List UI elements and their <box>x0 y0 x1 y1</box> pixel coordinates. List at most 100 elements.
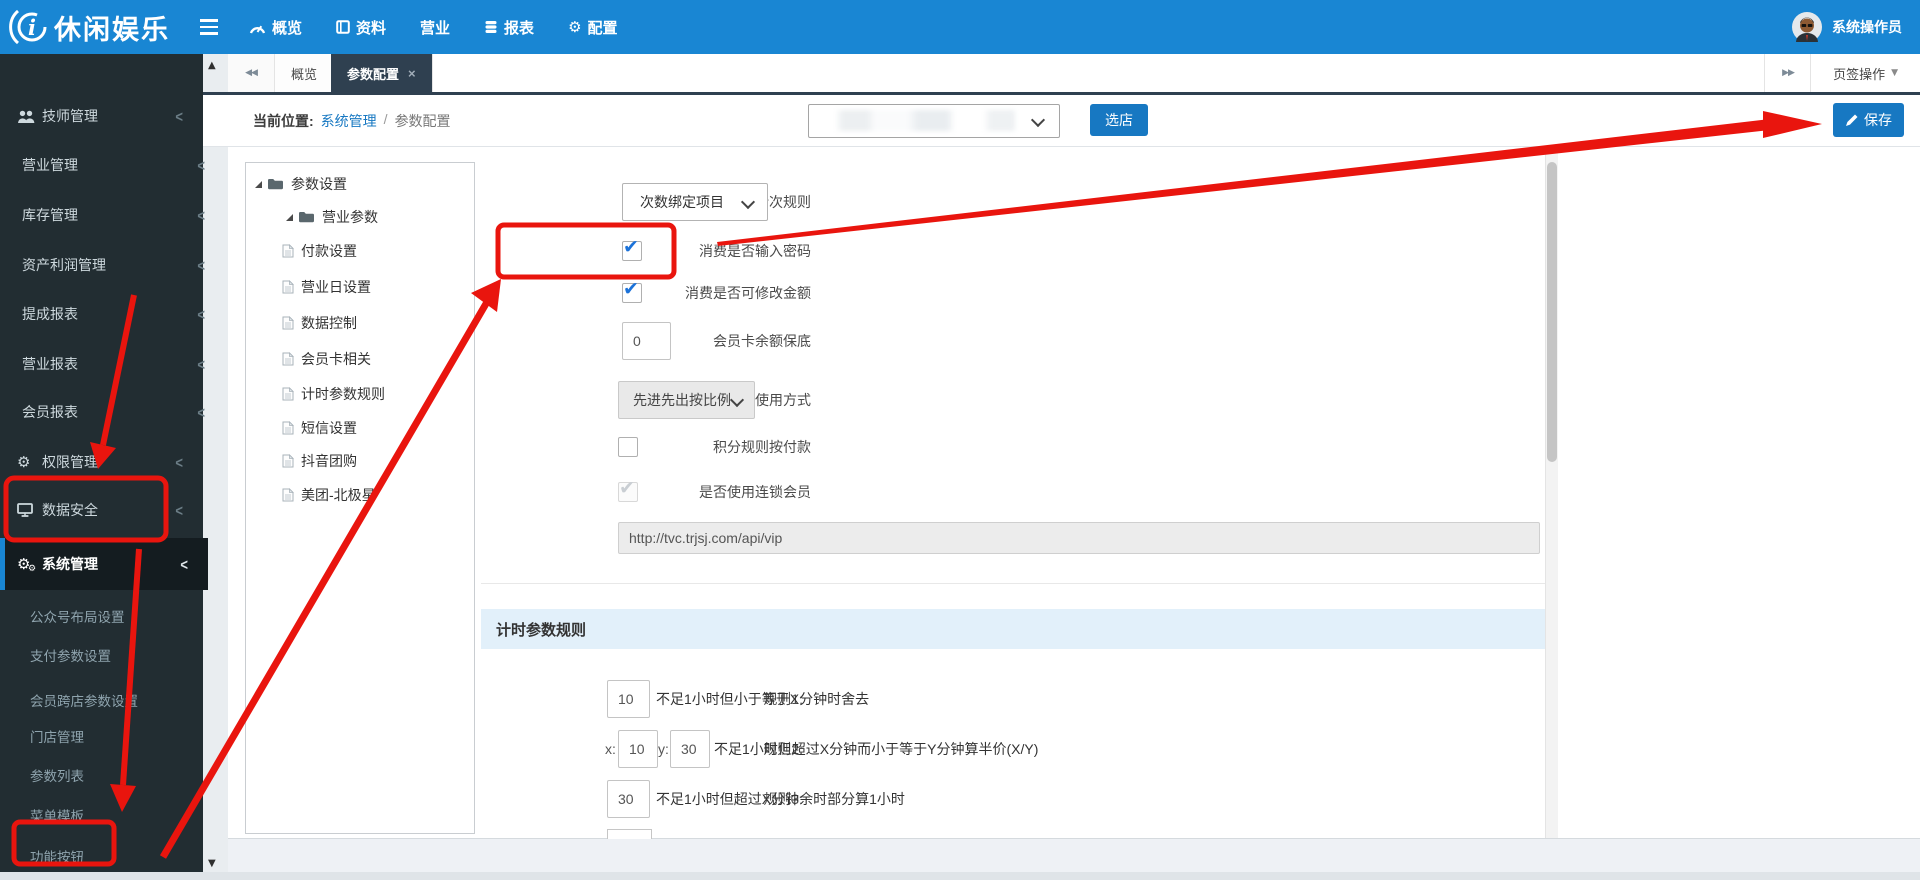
count-rule-select[interactable]: 次数绑定项目 <box>622 183 768 221</box>
brand-logo[interactable]: i 休闲娱乐 <box>8 6 170 48</box>
tree-leaf-sms-settings[interactable]: 短信设置 <box>282 418 357 438</box>
modify-amount-checkbox[interactable]: ✔ <box>622 278 642 303</box>
chain-member-url-input[interactable]: http://tvc.trjsj.com/api/vip <box>618 522 1540 554</box>
chevron-down-icon <box>740 194 756 210</box>
form-scrollbar-track[interactable] <box>1545 150 1558 838</box>
bonus-usage-select[interactable]: 先进先出按比例 <box>618 381 755 419</box>
app-window: i 休闲娱乐 概览 资料 营业 报表 ⚙ 配置 系统操作员 技师管理 < 营业管… <box>0 0 1920 880</box>
chevron-left-icon: < <box>197 256 205 274</box>
file-icon <box>282 352 294 366</box>
nav-item-data[interactable]: 资料 <box>319 0 403 54</box>
rule2-y-input[interactable]: 30 <box>670 730 710 768</box>
chain-member-checkbox[interactable]: ✔ <box>618 477 638 502</box>
sidebar-item-data-security[interactable]: 数据安全 < <box>0 490 203 530</box>
chevron-down-icon <box>729 392 745 408</box>
file-icon <box>282 387 294 401</box>
breadcrumb-link-system[interactable]: 系统管理 <box>321 111 377 131</box>
file-icon <box>282 488 294 502</box>
choose-store-button[interactable]: 选店 <box>1090 104 1148 136</box>
caret-expanded-icon[interactable] <box>255 180 262 188</box>
tabs-scroll-left-icon[interactable]: ◀◀ <box>228 54 275 92</box>
tab-bar: ◀◀ 概览 参数配置 × ▶▶ 页签操作 ▼ <box>228 54 1920 92</box>
footer-strip <box>0 872 1920 880</box>
chevron-down-icon: ▼ <box>1891 68 1898 78</box>
tree-leaf-data-control[interactable]: 数据控制 <box>282 313 357 333</box>
sidebar-item-technician[interactable]: 技师管理 < <box>0 96 203 136</box>
sidebar-item-business-report[interactable]: 营业报表 < <box>0 344 225 384</box>
chevron-left-icon: < <box>197 305 205 323</box>
chevron-left-icon: < <box>175 501 183 519</box>
book-icon <box>336 20 350 34</box>
consume-password-checkbox[interactable]: ✔ <box>622 236 642 261</box>
nav-item-business[interactable]: 营业 <box>403 0 467 54</box>
save-button[interactable]: 保存 <box>1833 103 1904 137</box>
sidebar-subitem-store-mgmt[interactable]: 门店管理 <box>0 718 203 754</box>
breadcrumb: 当前位置: 系统管理 / 参数配置 <box>253 111 451 131</box>
tree-node-business-params[interactable]: 营业参数 <box>286 207 378 227</box>
rule1-input[interactable]: 10 <box>607 680 650 718</box>
redacted-store-name <box>815 110 1015 131</box>
x-label: x: <box>605 741 616 757</box>
sidebar-item-member-report[interactable]: 会员报表 < <box>0 392 225 432</box>
folder-icon <box>267 178 284 190</box>
chevron-left-icon: < <box>197 156 205 174</box>
rule2-x-input[interactable]: 10 <box>618 730 658 768</box>
rule-description: 不足1小时但超过X分钟余时部分算1小时 <box>656 791 905 807</box>
points-rule-checkbox[interactable]: ✔ <box>618 437 638 457</box>
chevron-left-icon: < <box>197 403 205 421</box>
store-select[interactable] <box>808 104 1060 138</box>
avatar <box>1792 12 1822 42</box>
sidebar-subitem-cross-store-params[interactable]: 会员跨店参数设置 <box>0 682 203 718</box>
sidebar: 技师管理 < 营业管理 < 库存管理 < 资产利润管理 < 提成报表 < 营业报… <box>0 54 208 874</box>
balance-floor-input[interactable]: 0 <box>622 322 671 360</box>
gear-icon: ⚙ <box>17 452 31 471</box>
database-icon <box>484 20 498 34</box>
section-divider <box>481 583 1545 584</box>
nav-item-config[interactable]: ⚙ 配置 <box>551 0 634 54</box>
sidebar-item-business-mgmt[interactable]: 营业管理 < <box>0 145 225 185</box>
tree-leaf-business-day[interactable]: 营业日设置 <box>282 277 371 297</box>
rule3-input[interactable]: 30 <box>607 780 650 818</box>
tab-actions-dropdown[interactable]: 页签操作 ▼ <box>1810 54 1920 92</box>
sidebar-item-system-mgmt[interactable]: ⚙ ⚙ 系统管理 < <box>0 538 208 590</box>
tree-leaf-meituan[interactable]: 美团-北极星 <box>282 485 376 505</box>
form-scrollbar-thumb[interactable] <box>1547 162 1557 462</box>
folder-icon <box>298 211 315 223</box>
nav-item-overview[interactable]: 概览 <box>232 0 319 54</box>
tab-overview[interactable]: 概览 <box>275 54 335 92</box>
rule4-input-partial[interactable] <box>607 829 652 839</box>
tabs-scroll-right-icon[interactable]: ▶▶ <box>1764 54 1811 92</box>
close-icon[interactable]: × <box>408 66 416 81</box>
tree-leaf-douyin[interactable]: 抖音团购 <box>282 451 357 471</box>
tab-param-config[interactable]: 参数配置 × <box>331 54 433 92</box>
file-icon <box>282 421 294 435</box>
caret-expanded-icon[interactable] <box>286 213 293 221</box>
sidebar-item-asset-profit[interactable]: 资产利润管理 < <box>0 245 225 285</box>
pencil-icon <box>1845 114 1858 127</box>
tree-leaf-member-card[interactable]: 会员卡相关 <box>282 349 371 369</box>
chevron-left-icon: < <box>175 107 183 125</box>
sidebar-item-permissions[interactable]: ⚙ 权限管理 < <box>0 442 203 482</box>
rule-description: 不足1小时但超过X分钟而小于等于Y分钟算半价(X/Y) <box>714 741 1039 757</box>
sidebar-item-inventory[interactable]: 库存管理 < <box>0 195 225 235</box>
scroll-down-icon[interactable]: ▼ <box>208 858 216 869</box>
tree-node-param-settings[interactable]: 参数设置 <box>255 174 347 194</box>
sidebar-subitem-menu-template[interactable]: 菜单模板 <box>0 797 203 833</box>
scroll-up-icon[interactable]: ▲ <box>208 60 216 71</box>
sidebar-toggle-icon[interactable] <box>200 15 226 39</box>
file-icon <box>282 454 294 468</box>
tree-leaf-timing-rules[interactable]: 计时参数规则 <box>282 384 385 404</box>
file-icon <box>282 280 294 294</box>
sidebar-subitem-param-list[interactable]: 参数列表 <box>0 757 203 793</box>
sidebar-subitem-payment-params[interactable]: 支付参数设置 <box>0 637 203 673</box>
monitor-icon <box>17 503 39 517</box>
file-icon <box>282 316 294 330</box>
tree-leaf-payment-settings[interactable]: 付款设置 <box>282 241 357 261</box>
user-menu[interactable]: 系统操作员 <box>1784 0 1910 54</box>
content-panel: 参数设置 营业参数 付款设置 营业日设置 数据控制 会员卡相关 计时参数规则 短… <box>203 146 1920 839</box>
nav-item-reports[interactable]: 报表 <box>467 0 551 54</box>
sidebar-subitem-function-buttons[interactable]: 功能按钮 <box>0 838 203 874</box>
sidebar-item-commission-report[interactable]: 提成报表 < <box>0 294 225 334</box>
svg-text:i: i <box>28 15 36 40</box>
sidebar-subitem-wechat-layout[interactable]: 公众号布局设置 <box>0 598 203 634</box>
